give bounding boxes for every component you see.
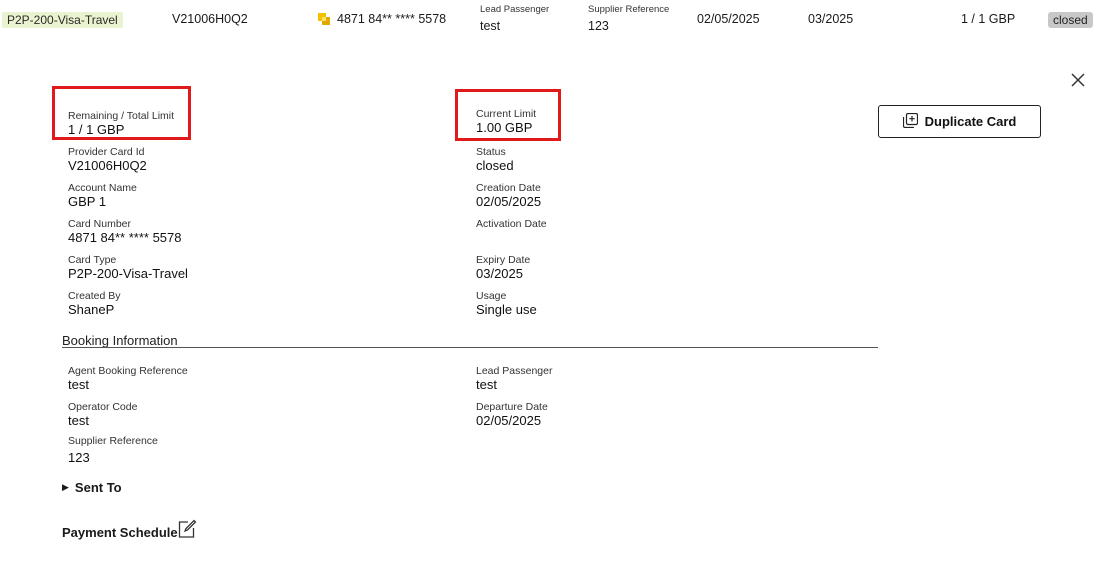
booking-information-heading: Booking Information <box>62 333 178 348</box>
card-id: V21006H0Q2 <box>172 12 248 26</box>
remaining-total-limit-field: Remaining / Total Limit 1 / 1 GBP <box>68 110 175 137</box>
activation-date-field: Activation Date <box>476 218 547 230</box>
departure-date-field: Departure Date 02/05/2025 <box>476 401 548 428</box>
card-summary-row[interactable]: P2P-200-Visa-Travel V21006H0Q2 4871 84**… <box>0 0 1102 40</box>
lead-passenger-value: test <box>480 19 501 33</box>
edit-icon[interactable] <box>177 519 197 539</box>
card-type-field: Card Type P2P-200-Visa-Travel <box>68 254 188 281</box>
expiry-date: 03/2025 <box>808 12 854 26</box>
card-icon <box>318 13 331 26</box>
card-number: 4871 84** **** 5578 <box>337 12 447 26</box>
section-divider <box>62 347 878 348</box>
agent-booking-reference-field: Agent Booking Reference test <box>68 365 188 392</box>
lead-passenger-label: Lead Passenger <box>480 4 550 15</box>
operator-code-field: Operator Code test <box>68 401 138 428</box>
duplicate-card-button[interactable]: Duplicate Card <box>878 105 1041 138</box>
creation-date: 02/05/2025 <box>697 12 760 26</box>
current-limit-field: Current Limit 1.00 GBP <box>476 108 537 135</box>
supplier-reference-field: Supplier Reference 123 <box>68 435 158 465</box>
creation-date-field: Creation Date 02/05/2025 <box>476 182 542 209</box>
card-type-badge: P2P-200-Visa-Travel <box>2 12 123 28</box>
created-by-field: Created By ShaneP <box>68 290 121 317</box>
payment-schedule-label: Payment Schedule <box>62 525 178 540</box>
supplier-reference-value: 123 <box>588 19 609 33</box>
expiry-date-field: Expiry Date 03/2025 <box>476 254 531 281</box>
limit: 1 / 1 GBP <box>961 12 1016 26</box>
triangle-right-icon: ▶ <box>62 482 69 492</box>
duplicate-icon <box>902 112 918 131</box>
supplier-reference-label: Supplier Reference <box>588 4 670 15</box>
sent-to-label: Sent To <box>74 480 122 495</box>
close-icon[interactable] <box>1068 70 1088 90</box>
provider-card-id-field: Provider Card Id V21006H0Q2 <box>68 146 147 173</box>
lead-passenger-field: Lead Passenger test <box>476 365 553 392</box>
status-field: Status closed <box>476 146 514 173</box>
duplicate-card-label: Duplicate Card <box>924 114 1017 129</box>
account-name-field: Account Name GBP 1 <box>68 182 137 209</box>
status-badge: closed <box>1048 12 1093 28</box>
usage-field: Usage Single use <box>476 290 537 317</box>
sent-to-toggle[interactable]: ▶ Sent To <box>62 480 122 495</box>
card-number-field: Card Number 4871 84** **** 5578 <box>68 218 182 245</box>
